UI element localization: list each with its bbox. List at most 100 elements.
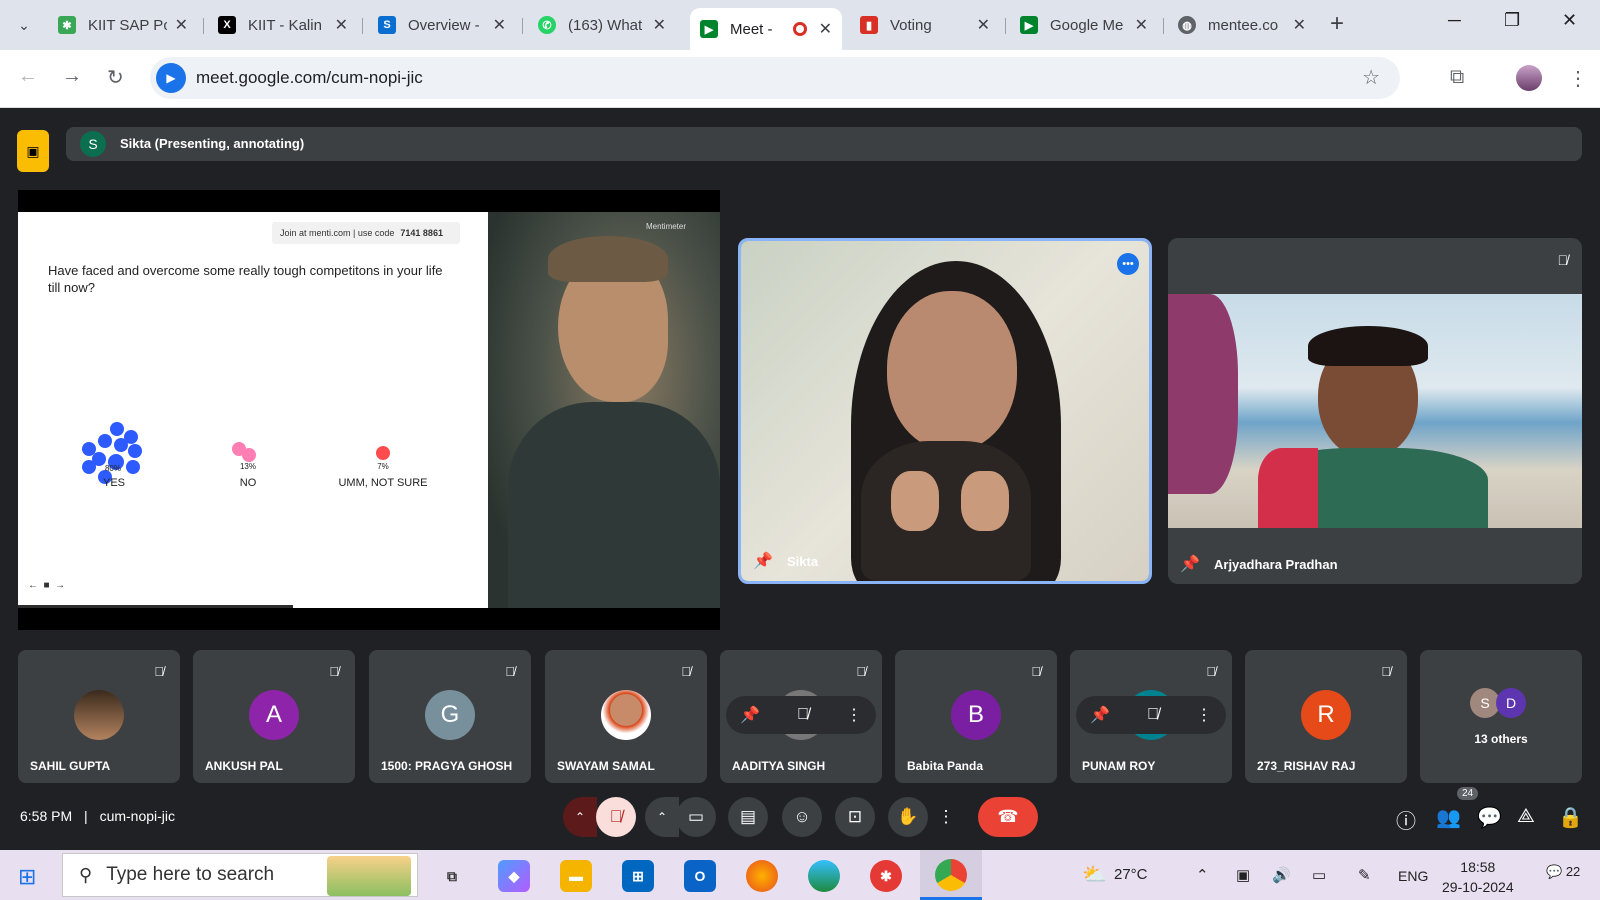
more-options-icon[interactable]: ••• bbox=[1117, 253, 1139, 275]
slide-nav-controls[interactable]: ← ■ → bbox=[28, 580, 65, 591]
mic-toggle-button[interactable]: 🎙̸ bbox=[596, 797, 636, 837]
close-icon[interactable]: ✕ bbox=[819, 19, 832, 39]
presentation-frame[interactable]: Join at menti.com | use code 7141 8861 H… bbox=[18, 190, 720, 630]
task-view-icon[interactable]: ⧉ bbox=[436, 860, 468, 892]
restore-button[interactable]: ❐ bbox=[1504, 10, 1520, 31]
close-icon[interactable]: ✕ bbox=[977, 15, 990, 35]
notification-count: 22 bbox=[1565, 864, 1581, 879]
whatsapp-icon: ✆ bbox=[538, 16, 556, 34]
mute-icon[interactable]: 🎙̸ bbox=[797, 706, 809, 724]
edge-icon[interactable] bbox=[808, 860, 840, 892]
store-icon[interactable]: ⊞ bbox=[622, 860, 654, 892]
tile-hover-controls[interactable]: 📌 🎙̸ ⋮ bbox=[1076, 696, 1226, 734]
participant-tile[interactable]: 🎙̸ SWAYAM SAMAL bbox=[545, 650, 707, 783]
close-window-button[interactable]: ✕ bbox=[1562, 10, 1577, 31]
close-icon[interactable]: ✕ bbox=[1293, 15, 1306, 35]
participant-tile[interactable]: 🎙̸ A ANKUSH PAL bbox=[193, 650, 355, 783]
raise-hand-button[interactable]: ✋ bbox=[888, 797, 928, 837]
notification-center[interactable]: 💬 22 bbox=[1546, 864, 1580, 880]
participant-name: AADITYA SINGH bbox=[732, 759, 826, 773]
participant-tile[interactable]: 🎙̸ G 1500: PRAGYA GHOSH bbox=[369, 650, 531, 783]
extensions-icon[interactable]: ⧉ bbox=[1450, 66, 1464, 89]
pen-icon[interactable]: ✎ bbox=[1358, 866, 1371, 884]
captions-button[interactable]: ▤ bbox=[728, 797, 768, 837]
chrome-taskbar-item[interactable] bbox=[920, 850, 982, 900]
pin-icon[interactable]: 📌 bbox=[740, 705, 760, 725]
app-icon[interactable]: ✱ bbox=[870, 860, 902, 892]
pin-icon[interactable]: 📌 bbox=[753, 551, 773, 571]
close-icon[interactable]: ✕ bbox=[1135, 15, 1148, 35]
tab-overview[interactable]: S Overview - ✕ bbox=[368, 8, 516, 42]
meet-now-icon[interactable]: ▣ bbox=[1236, 866, 1250, 884]
firefox-icon[interactable] bbox=[746, 860, 778, 892]
taskbar-search[interactable]: ⚲ Type here to search bbox=[62, 853, 418, 897]
url-text[interactable]: meet.google.com/cum-nopi-jic bbox=[196, 68, 423, 88]
close-icon[interactable]: ✕ bbox=[493, 15, 506, 35]
address-bar[interactable]: ▶ meet.google.com/cum-nopi-jic ☆ bbox=[150, 57, 1400, 99]
pin-icon[interactable]: 📌 bbox=[1090, 705, 1110, 725]
search-placeholder: Type here to search bbox=[106, 864, 275, 885]
pin-icon[interactable]: 📌 bbox=[1180, 554, 1200, 574]
tab-whatsapp[interactable]: ✆ (163) What ✕ bbox=[528, 8, 676, 42]
camera-toggle-button[interactable]: ▭ bbox=[676, 797, 716, 837]
search-highlight-image bbox=[327, 856, 411, 896]
tab-mentee[interactable]: ◍ mentee.co ✕ bbox=[1168, 8, 1316, 42]
weather-icon[interactable]: ⛅ bbox=[1082, 862, 1107, 887]
back-icon[interactable]: ← bbox=[18, 65, 38, 88]
participant-tile[interactable]: 🎙̸ B Babita Panda bbox=[895, 650, 1057, 783]
close-icon[interactable]: ✕ bbox=[335, 15, 348, 35]
participant-tile[interactable]: 🎙̸ 📌 🎙̸ ⋮ AADITYA SINGH bbox=[720, 650, 882, 783]
participant-tile[interactable]: 🎙̸ R 273_RISHAV RAJ bbox=[1245, 650, 1407, 783]
stop-presenting-icon[interactable]: ▣ bbox=[17, 130, 49, 172]
tab-voting[interactable]: ▮ Voting ✕ bbox=[850, 8, 1000, 42]
tab-kiit-sap[interactable]: ✱ KIIT SAP Po ✕ bbox=[48, 8, 198, 42]
tab-search-button[interactable]: ⌄ bbox=[8, 9, 40, 41]
close-icon[interactable]: ✕ bbox=[175, 15, 188, 35]
video-options-caret[interactable]: ⌃ bbox=[645, 797, 679, 837]
outlook-icon[interactable]: O bbox=[684, 860, 716, 892]
new-tab-button[interactable]: + bbox=[1330, 10, 1344, 38]
poll-question: Have faced and overcome some really toug… bbox=[48, 263, 443, 295]
participant-tile[interactable]: 🎙̸ SAHIL GUPTA bbox=[18, 650, 180, 783]
minimize-button[interactable]: ─ bbox=[1448, 10, 1461, 31]
bookmark-star-icon[interactable]: ☆ bbox=[1362, 65, 1380, 90]
reactions-button[interactable]: ☺ bbox=[782, 797, 822, 837]
video-tile-arjyadhara[interactable]: 🎙̸ 📌 Arjyadhara Pradhan bbox=[1168, 238, 1582, 584]
close-icon[interactable]: ✕ bbox=[653, 15, 666, 35]
participant-tile[interactable]: 🎙̸ R 📌 🎙̸ ⋮ PUNAM ROY bbox=[1070, 650, 1232, 783]
present-button[interactable]: ⊡ bbox=[835, 797, 875, 837]
video-tile-sikta[interactable]: ••• 📌 Sikta bbox=[738, 238, 1152, 584]
system-clock[interactable]: 18:58 29-10-2024 bbox=[1442, 857, 1514, 897]
activities-icon[interactable]: ⟁ bbox=[1517, 805, 1535, 828]
people-icon[interactable]: 👥 bbox=[1436, 805, 1461, 830]
weather-temp[interactable]: 27°C bbox=[1114, 866, 1148, 883]
more-options-icon[interactable]: ⋮ bbox=[1196, 705, 1212, 725]
battery-icon[interactable]: ▭ bbox=[1312, 866, 1326, 884]
host-controls-icon[interactable]: 🔒 bbox=[1558, 805, 1583, 830]
more-options-icon[interactable]: ⋮ bbox=[846, 705, 862, 725]
audio-options-caret[interactable]: ⌃ bbox=[563, 797, 597, 837]
menu-kebab-icon[interactable]: ⋮ bbox=[1568, 66, 1588, 91]
tile-hover-controls[interactable]: 📌 🎙̸ ⋮ bbox=[726, 696, 876, 734]
info-icon[interactable]: ⓘ bbox=[1396, 805, 1416, 834]
others-tile[interactable]: S D 13 others bbox=[1420, 650, 1582, 783]
leave-call-button[interactable]: ☎ bbox=[978, 797, 1038, 837]
copilot-icon[interactable]: ◆ bbox=[498, 860, 530, 892]
forward-icon[interactable]: → bbox=[62, 65, 82, 88]
avatar[interactable] bbox=[1516, 65, 1542, 91]
tab-google-meet[interactable]: ▶ Google Me ✕ bbox=[1010, 8, 1158, 42]
volume-icon[interactable]: 🔊 bbox=[1272, 866, 1291, 884]
chat-icon[interactable]: 💬 bbox=[1477, 805, 1502, 830]
tab-kiit-x[interactable]: X KIIT - Kalin ✕ bbox=[208, 8, 358, 42]
windows-start-icon[interactable]: ⊞ bbox=[18, 864, 36, 890]
mute-icon[interactable]: 🎙̸ bbox=[1147, 706, 1159, 724]
tab-meet-active[interactable]: ▶ Meet - ✕ bbox=[690, 8, 842, 50]
file-explorer-icon[interactable]: ▬ bbox=[560, 860, 592, 892]
option-pct: 7% bbox=[377, 462, 389, 471]
more-options-button[interactable]: ⋮ bbox=[934, 797, 958, 837]
site-info-icon[interactable]: ▶ bbox=[156, 63, 186, 93]
chevron-up-icon[interactable]: ⌃ bbox=[1196, 866, 1209, 884]
language-indicator[interactable]: ENG bbox=[1398, 868, 1428, 884]
participant-name: Babita Panda bbox=[907, 759, 984, 773]
reload-icon[interactable]: ↻ bbox=[107, 65, 124, 90]
